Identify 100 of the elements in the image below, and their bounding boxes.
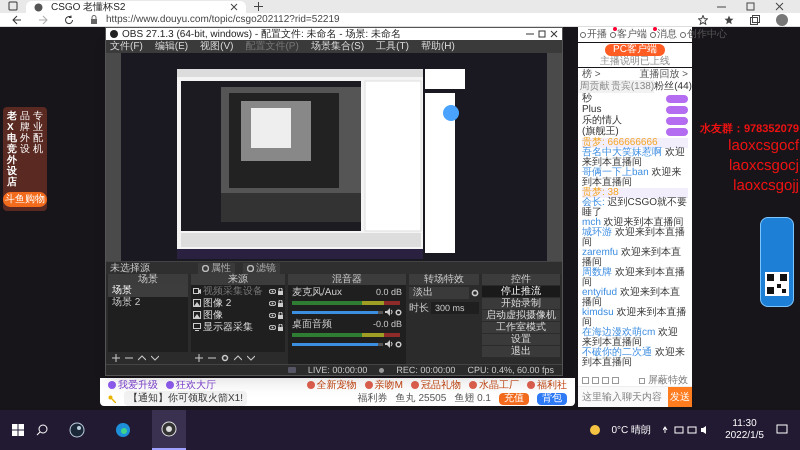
- move-down-icon[interactable]: [151, 354, 159, 362]
- header-icon[interactable]: [650, 32, 656, 38]
- menu-item[interactable]: 场景集合(S): [310, 41, 364, 52]
- speaker-icon[interactable]: [385, 308, 393, 316]
- eye-icon[interactable]: [269, 300, 276, 306]
- gear-icon[interactable]: [471, 289, 479, 297]
- channel-name: 麦克风/Aux: [292, 287, 342, 298]
- scene-item[interactable]: 场景 2: [108, 297, 188, 309]
- browser-tab[interactable]: CSGO 老懂杯S2: [26, 1, 246, 13]
- transition-dropdown[interactable]: 淡出: [409, 287, 469, 299]
- banner-text: 专业配机: [33, 111, 43, 157]
- activity-icon: [108, 381, 116, 389]
- live-indicator-icon: [288, 367, 296, 373]
- tab-actions-icon[interactable]: [8, 1, 18, 11]
- menu-item[interactable]: 帮助(H): [420, 41, 455, 52]
- profile-icon[interactable]: [776, 14, 788, 26]
- panel-link[interactable]: 榜 >: [582, 68, 601, 80]
- chat-message: zaremfu 欢迎来到本直播间: [582, 248, 681, 268]
- volume-slider[interactable]: [292, 310, 383, 314]
- back-icon[interactable]: [12, 14, 22, 24]
- maximize-icon[interactable]: [538, 30, 546, 38]
- source-item[interactable]: 图像: [203, 310, 267, 320]
- properties-button[interactable]: 属性: [198, 262, 235, 274]
- gift-icon[interactable]: [469, 381, 477, 389]
- eye-icon[interactable]: [269, 312, 276, 318]
- control-button[interactable]: 启动虚拟摄像机: [482, 310, 560, 321]
- gift-label: 全新宠物: [316, 378, 357, 392]
- header-link[interactable]: 开播: [587, 29, 607, 40]
- notifications-icon[interactable]: [776, 424, 788, 436]
- activity-link[interactable]: 我爱升级: [118, 378, 158, 392]
- header-icon[interactable]: [680, 32, 686, 38]
- source-item[interactable]: 显示器采集: [203, 322, 267, 332]
- overlay-text: laoxcsgojj: [733, 176, 799, 196]
- move-up-icon[interactable]: [234, 354, 242, 362]
- maximize-icon[interactable]: [746, 2, 755, 11]
- filters-button[interactable]: 滤镜: [243, 262, 280, 274]
- header-link[interactable]: 客户端: [617, 29, 647, 40]
- close-icon[interactable]: [775, 2, 784, 11]
- control-button[interactable]: 退出: [482, 346, 560, 357]
- chat-input[interactable]: 这里输入聊天内容: [578, 387, 668, 407]
- gear-icon[interactable]: [395, 340, 402, 348]
- lock-icon[interactable]: [278, 288, 283, 294]
- gift-icon[interactable]: [411, 381, 419, 389]
- menu-item[interactable]: 工具(T): [376, 41, 409, 52]
- header-icon[interactable]: [580, 32, 586, 38]
- cpu-fps-status: CPU: 0.4%, 60.00 fps: [467, 365, 554, 375]
- gift-label: 水晶工厂: [479, 378, 519, 392]
- panel-link[interactable]: 直播回放 >: [639, 68, 688, 80]
- new-tab-icon[interactable]: [254, 2, 263, 11]
- menu-item[interactable]: 文件(F): [110, 41, 143, 52]
- channel-name: 桌面音频: [292, 319, 332, 330]
- menu-item[interactable]: 视图(V): [200, 41, 234, 52]
- favorites-icon[interactable]: [724, 14, 734, 24]
- add-icon[interactable]: [195, 354, 203, 362]
- header-icon[interactable]: [610, 32, 616, 38]
- gift-icon[interactable]: [364, 381, 373, 389]
- move-down-icon[interactable]: [247, 354, 255, 362]
- coupon-link[interactable]: 福利券: [358, 391, 388, 406]
- lock-icon[interactable]: [278, 312, 283, 318]
- header-link[interactable]: 消息: [657, 29, 677, 40]
- control-button[interactable]: 开始录制: [482, 298, 560, 309]
- scene-item[interactable]: 场景: [108, 285, 188, 297]
- eye-icon[interactable]: [269, 324, 276, 330]
- move-up-icon[interactable]: [138, 354, 146, 362]
- start-icon[interactable]: [12, 424, 24, 436]
- close-icon[interactable]: [550, 30, 558, 38]
- gift-label: 冠品礼物: [421, 378, 461, 392]
- volume-slider[interactable]: [292, 342, 383, 346]
- search-icon[interactable]: [36, 424, 48, 436]
- control-button[interactable]: 设置: [482, 334, 560, 345]
- gift-icon[interactable]: [527, 381, 535, 389]
- window-title: OBS 27.1.3 (64-bit, windows) - 配置文件: 未命名 - 场景: 未命名: [122, 28, 402, 40]
- panel-tab[interactable]: 粉丝(44): [654, 80, 692, 93]
- taskbar-app[interactable]: [152, 410, 186, 450]
- backpack-button[interactable]: 背包: [537, 392, 567, 404]
- speaker-icon[interactable]: [385, 340, 393, 348]
- gear-icon[interactable]: [221, 354, 229, 362]
- control-button[interactable]: 停止推流: [482, 286, 560, 297]
- activity-link[interactable]: 狂欢大厅: [176, 378, 216, 392]
- refresh-icon[interactable]: [64, 14, 74, 24]
- control-button[interactable]: 工作室模式: [482, 322, 560, 333]
- gift-icon[interactable]: [306, 381, 315, 389]
- add-icon[interactable]: [112, 354, 120, 362]
- weather-text: 0°C 晴朗: [612, 424, 652, 438]
- close-icon[interactable]: [230, 3, 238, 11]
- lock-icon[interactable]: [278, 300, 283, 306]
- menu-item[interactable]: 编辑(E): [154, 41, 188, 52]
- rank-name: 秒: [582, 93, 593, 104]
- lock-icon: [90, 15, 98, 24]
- chat-message: 吾名中大笑妹惹啊 欢迎来到本直播间: [582, 148, 686, 168]
- eye-icon[interactable]: [269, 288, 276, 294]
- favorite-icon[interactable]: [698, 14, 708, 24]
- checkbox-icon[interactable]: [639, 378, 645, 384]
- tab-title: CSGO 老懂杯S2: [51, 2, 126, 12]
- collections-icon[interactable]: [750, 14, 760, 24]
- gear-icon[interactable]: [395, 308, 402, 316]
- lock-icon[interactable]: [278, 324, 283, 330]
- chat-message: kimdsu 欢迎来到本直播间: [582, 308, 688, 328]
- duration-field[interactable]: 300 ms: [431, 302, 479, 314]
- source-item[interactable]: 图像 2: [203, 298, 267, 308]
